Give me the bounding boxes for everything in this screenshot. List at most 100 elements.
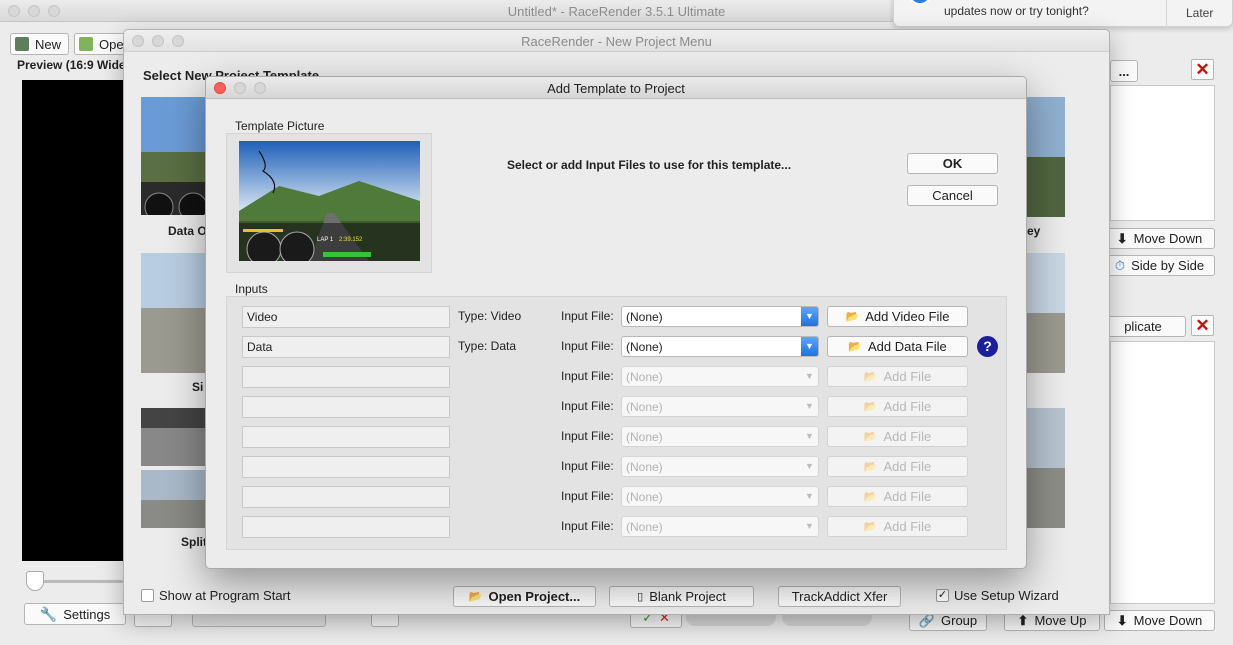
template-thumb-side-by-side[interactable] bbox=[141, 253, 211, 373]
add-file-label: Add File bbox=[883, 399, 932, 414]
chevron-down-icon: ▼ bbox=[805, 521, 814, 531]
group-label: Group bbox=[941, 613, 978, 628]
chevron-down-icon: ▼ bbox=[801, 337, 818, 356]
folder-icon: 📂 bbox=[863, 401, 878, 413]
project-menu-titlebar: RaceRender - New Project Menu bbox=[124, 30, 1109, 52]
template-picture-label: Template Picture bbox=[235, 119, 325, 133]
input-name-field[interactable] bbox=[242, 366, 450, 388]
add-file-button[interactable]: 📂 Add Data File bbox=[827, 336, 968, 357]
input-file-select: (None) ▼ bbox=[621, 456, 819, 477]
chevron-down-icon: ▼ bbox=[805, 461, 814, 471]
template-label: ey bbox=[1027, 224, 1041, 238]
side-by-side-button[interactable]: ⏱ Side by Side bbox=[1104, 255, 1215, 276]
input-name-field[interactable] bbox=[242, 456, 450, 478]
input-name-field[interactable] bbox=[242, 486, 450, 508]
add-file-button: 📂 Add File bbox=[827, 366, 968, 387]
input-file-select-value: (None) bbox=[626, 520, 663, 534]
add-file-label: Add File bbox=[883, 459, 932, 474]
input-file-label: Input File: bbox=[561, 309, 614, 323]
layer-list-bottom[interactable] bbox=[1110, 341, 1215, 604]
trackaddict-xfer-button[interactable]: TrackAddict Xfer bbox=[778, 586, 901, 607]
template-thumb-right-3[interactable] bbox=[1027, 408, 1065, 528]
delete-icon[interactable]: ✕ bbox=[1191, 59, 1214, 80]
input-name-field[interactable] bbox=[242, 516, 450, 538]
inputs-label: Inputs bbox=[235, 282, 268, 296]
input-file-select-value: (None) bbox=[626, 310, 663, 324]
input-file-label: Input File: bbox=[561, 429, 614, 443]
template-thumb-split[interactable] bbox=[141, 408, 211, 528]
template-thumb-right-2[interactable] bbox=[1027, 253, 1065, 373]
add-file-label: Add Video File bbox=[865, 309, 950, 324]
delete-icon-2[interactable]: ✕ bbox=[1191, 315, 1214, 336]
lap-time: 2:39.152 bbox=[339, 237, 363, 243]
dialog-prompt: Select or add Input Files to use for thi… bbox=[507, 158, 792, 172]
input-file-label: Input File: bbox=[561, 339, 614, 353]
blank-doc-icon: ▯ bbox=[637, 591, 644, 603]
app-store-icon bbox=[908, 0, 932, 5]
template-thumb-right-1[interactable] bbox=[1027, 97, 1065, 217]
input-file-label: Input File: bbox=[561, 489, 614, 503]
input-file-select[interactable]: (None) ▼ bbox=[621, 306, 819, 327]
input-file-select: (None) ▼ bbox=[621, 366, 819, 387]
more-button[interactable]: ... bbox=[1110, 60, 1138, 82]
folder-icon: 📂 bbox=[845, 311, 860, 323]
input-file-select-value: (None) bbox=[626, 400, 663, 414]
arrow-down-icon: ⬇ bbox=[1116, 230, 1128, 246]
cancel-button[interactable]: Cancel bbox=[907, 185, 998, 206]
timeline-slider-knob[interactable] bbox=[26, 571, 44, 591]
template-picture-frame: LAP 1 2:39.152 bbox=[226, 133, 432, 273]
template-image bbox=[1027, 253, 1065, 373]
help-icon[interactable]: ? bbox=[977, 336, 998, 357]
preview-canvas bbox=[22, 80, 125, 561]
add-file-label: Add File bbox=[883, 489, 932, 504]
later-button[interactable]: Later bbox=[1186, 6, 1213, 20]
show-at-start-checkbox[interactable] bbox=[141, 589, 154, 602]
open-button-label: Ope bbox=[99, 36, 124, 52]
chevron-down-icon: ▼ bbox=[805, 491, 814, 501]
new-doc-icon bbox=[15, 37, 29, 51]
input-file-select-value: (None) bbox=[626, 490, 663, 504]
new-button[interactable]: New bbox=[10, 33, 69, 55]
notification-divider bbox=[1166, 0, 1167, 28]
input-name-field[interactable]: Video bbox=[242, 306, 450, 328]
input-file-label: Input File: bbox=[561, 519, 614, 533]
input-file-select-value: (None) bbox=[626, 340, 663, 354]
chevron-down-icon: ▼ bbox=[801, 307, 818, 326]
add-file-button: 📂 Add File bbox=[827, 426, 968, 447]
move-up-label: Move Up bbox=[1034, 613, 1087, 628]
folder-icon: 📂 bbox=[863, 431, 878, 443]
move-down-button[interactable]: ⬇ Move Down bbox=[1104, 228, 1215, 249]
layer-list-top[interactable] bbox=[1110, 85, 1215, 221]
move-down-label: Move Down bbox=[1133, 231, 1203, 246]
folder-icon: 📂 bbox=[863, 491, 878, 503]
show-at-start-label: Show at Program Start bbox=[159, 588, 291, 603]
duplicate-button[interactable]: plicate bbox=[1100, 316, 1186, 337]
input-name-field[interactable] bbox=[242, 426, 450, 448]
folder-icon: 📂 bbox=[863, 371, 878, 383]
input-file-select-value: (None) bbox=[626, 460, 663, 474]
input-name-field[interactable]: Data bbox=[242, 336, 450, 358]
ok-button[interactable]: OK bbox=[907, 153, 998, 174]
input-file-select[interactable]: (None) ▼ bbox=[621, 336, 819, 357]
use-wizard-label: Use Setup Wizard bbox=[954, 588, 1059, 603]
blank-project-button[interactable]: ▯ Blank Project bbox=[609, 586, 754, 607]
template-label: Data O bbox=[168, 224, 207, 238]
folder-icon: 📂 bbox=[863, 521, 878, 533]
template-image bbox=[1027, 408, 1065, 528]
add-template-dialog: Add Template to Project Template Picture… bbox=[205, 76, 1027, 569]
move-down-button-bottom[interactable]: ⬇ Move Down bbox=[1104, 610, 1215, 631]
folder-icon: 📂 bbox=[848, 341, 862, 353]
template-image bbox=[141, 253, 211, 373]
template-thumb-data-overlay[interactable] bbox=[141, 97, 211, 215]
settings-button[interactable]: 🔧 Settings bbox=[24, 603, 126, 625]
input-name-field[interactable] bbox=[242, 396, 450, 418]
use-wizard-checkbox[interactable]: ✓ bbox=[936, 589, 949, 602]
settings-button-label: Settings bbox=[63, 606, 111, 622]
input-file-label: Input File: bbox=[561, 399, 614, 413]
add-file-button: 📂 Add File bbox=[827, 396, 968, 417]
folder-icon: 📂 bbox=[863, 461, 878, 473]
add-file-label: Add File bbox=[883, 369, 932, 384]
open-project-button[interactable]: 📂 Open Project... bbox=[453, 586, 596, 607]
add-file-button[interactable]: 📂 Add Video File bbox=[827, 306, 968, 327]
template-image bbox=[141, 408, 211, 528]
